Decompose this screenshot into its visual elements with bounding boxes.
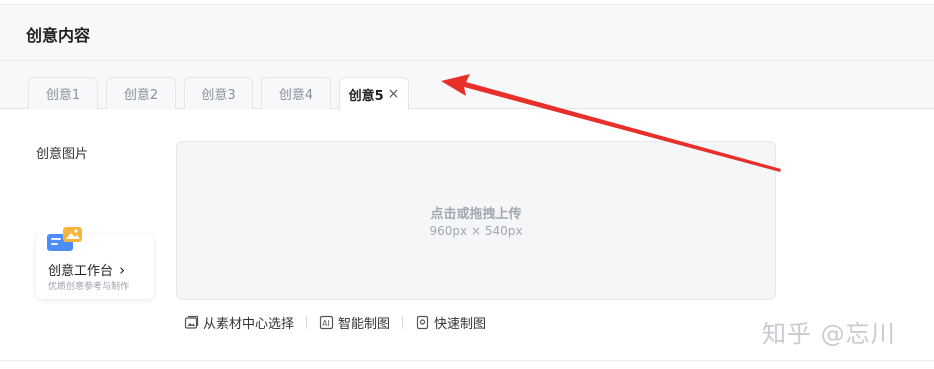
- workbench-subtitle: 优质创意参考与制作: [48, 282, 130, 292]
- tab-label: 创意5: [348, 88, 384, 104]
- select-from-library-button[interactable]: 从素材中心选择: [184, 313, 294, 332]
- tab-label: 创意4: [278, 88, 314, 103]
- section-header: 创意内容: [0, 5, 934, 61]
- bottom-divider: [0, 360, 934, 361]
- upload-prompt: 点击或拖拽上传: [430, 207, 522, 222]
- tab-label: 创意2: [123, 88, 159, 103]
- creative-image-label: 创意图片: [36, 147, 89, 162]
- workbench-title: 创意工作台 ›: [48, 261, 126, 279]
- tab-creative-3[interactable]: 创意3: [184, 77, 253, 109]
- tab-label: 创意3: [201, 88, 236, 103]
- chevron-right-icon: ›: [119, 261, 126, 279]
- tab-label: 创意1: [45, 88, 81, 103]
- watermark: 知乎 @忘川: [762, 320, 896, 348]
- upload-actions: 从素材中心选择 AI 智能制图 快速制图: [184, 312, 486, 332]
- workbench-icon: [47, 227, 82, 251]
- smart-design-button[interactable]: AI 智能制图: [319, 313, 390, 332]
- svg-text:AI: AI: [322, 319, 329, 328]
- quick-design-button[interactable]: 快速制图: [415, 313, 486, 332]
- action-divider: [306, 315, 308, 329]
- tab-creative-5[interactable]: 创意5 ×: [339, 77, 409, 110]
- tab-close-icon[interactable]: ×: [388, 86, 400, 102]
- ai-icon: AI: [319, 315, 334, 329]
- action-divider: [402, 315, 404, 329]
- image-library-icon: [184, 315, 199, 329]
- image-upload-dropzone[interactable]: 点击或拖拽上传 960px × 540px: [176, 141, 776, 300]
- creative-tab-bar: 创意1 创意2 创意3 创意4 创意5 ×: [0, 61, 934, 110]
- tab-creative-4[interactable]: 创意4: [261, 77, 331, 109]
- creative-workbench-card[interactable]: 创意工作台 › 优质创意参考与制作: [36, 227, 154, 299]
- tab-creative-2[interactable]: 创意2: [106, 77, 176, 109]
- tab-creative-1[interactable]: 创意1: [28, 77, 98, 109]
- section-title: 创意内容: [26, 26, 91, 45]
- upload-size-hint: 960px × 540px: [429, 224, 523, 238]
- template-icon: [416, 315, 429, 329]
